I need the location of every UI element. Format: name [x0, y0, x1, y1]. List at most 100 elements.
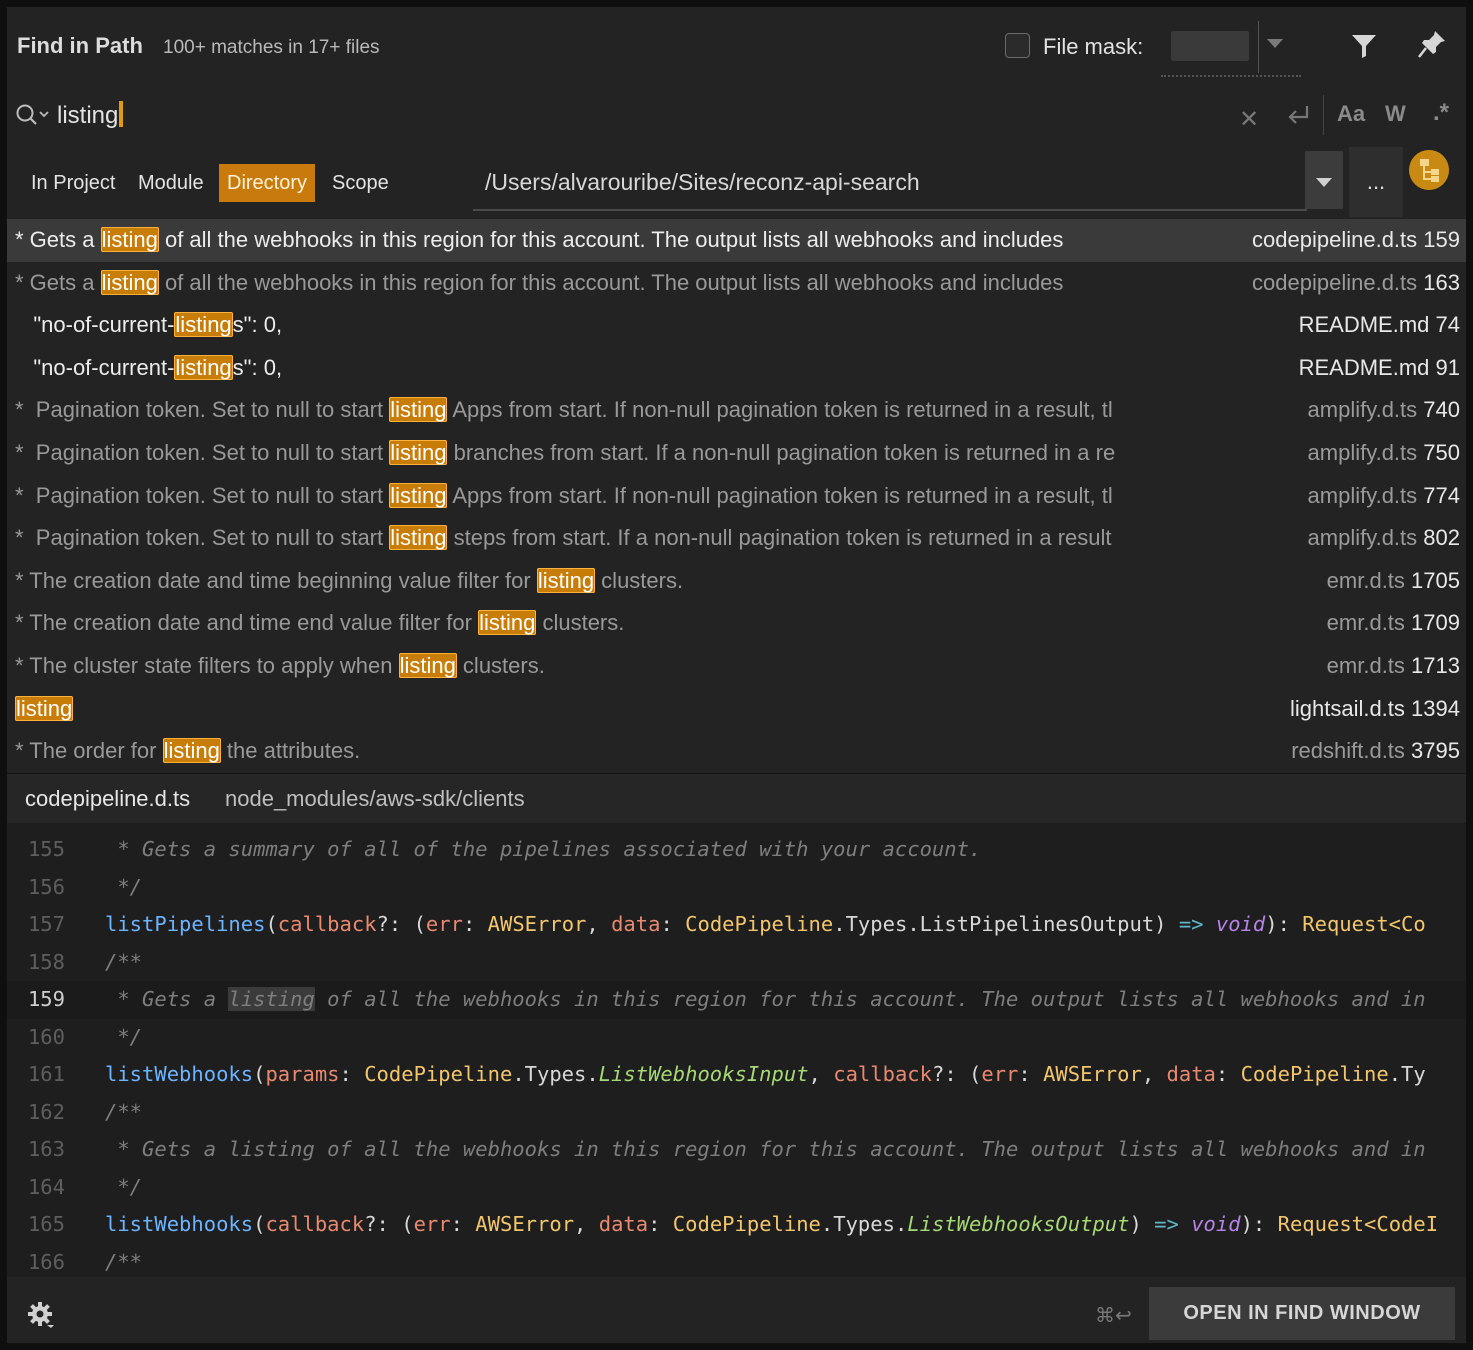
- result-location: emr.d.ts 1709: [1321, 602, 1460, 644]
- line-number: 157: [27, 912, 65, 936]
- result-text: "no-of-current-listings": 0,: [15, 304, 1216, 346]
- code-token: */: [105, 1024, 143, 1049]
- result-row[interactable]: * The cluster state filters to apply whe…: [7, 645, 1466, 688]
- code-token: Request<Co: [1302, 912, 1426, 936]
- result-location: README.md 91: [1293, 347, 1460, 389]
- match-highlight: listing: [162, 738, 221, 764]
- match-highlight: listing: [174, 354, 233, 380]
- recursive-directory-icon[interactable]: [1409, 150, 1449, 190]
- code-line: 161 listWebhooks(params: CodePipeline.Typ…: [7, 1056, 1466, 1094]
- code-token: ?: (: [931, 1062, 982, 1086]
- newline-icon[interactable]: [1283, 103, 1313, 129]
- line-number: 163: [27, 1137, 65, 1161]
- pin-icon[interactable]: [1417, 29, 1447, 59]
- code-line: 156 */: [7, 869, 1466, 907]
- code-token: of all the webhooks in this region for t…: [314, 987, 1426, 1011]
- result-text-before: * The creation date and time end value f…: [15, 610, 479, 636]
- result-text-after: clusters.: [456, 653, 545, 678]
- code-token: AWSError: [475, 1212, 575, 1236]
- filter-icon[interactable]: [1351, 33, 1377, 59]
- result-file-name: amplify.d.ts: [1307, 482, 1418, 508]
- search-input[interactable]: listing: [57, 101, 124, 130]
- search-row: listing ✕ Aa W .*: [7, 85, 1466, 147]
- result-row[interactable]: * Pagination token. Set to null to start…: [7, 432, 1466, 475]
- match-highlight: listing: [389, 440, 448, 465]
- result-row[interactable]: * Pagination token. Set to null to start…: [7, 517, 1466, 560]
- line-number: 162: [27, 1099, 65, 1124]
- code-text: listPipelines(callback?: (err: AWSError,…: [105, 906, 1426, 944]
- match-highlight: listing: [100, 269, 159, 295]
- code-text: */: [105, 1019, 142, 1057]
- result-row[interactable]: "no-of-current-listings": 0, README.md 91: [7, 347, 1466, 390]
- browse-button[interactable]: ...: [1349, 147, 1403, 217]
- code-token: Ty: [1401, 1062, 1426, 1086]
- result-row[interactable]: "no-of-current-listings": 0, README.md 74: [7, 304, 1466, 347]
- code-token: err: [425, 912, 463, 936]
- result-text: * The cluster state filters to apply whe…: [15, 645, 1216, 687]
- result-text-before: * Gets a: [15, 227, 101, 252]
- code-token: ): [1154, 912, 1179, 936]
- code-token: :: [660, 912, 686, 936]
- code-token: * Gets a: [105, 987, 229, 1011]
- result-text-after: clusters.: [536, 610, 625, 636]
- code-token: ,: [808, 1062, 834, 1086]
- code-token: .: [512, 1062, 525, 1086]
- result-line-number: 91: [1435, 354, 1460, 380]
- line-number: 160: [27, 1024, 65, 1049]
- result-text: listing: [15, 688, 1216, 730]
- match-case-button[interactable]: Aa: [1337, 101, 1365, 127]
- result-file-name: emr.d.ts: [1326, 567, 1405, 593]
- open-in-find-window-button[interactable]: OPEN IN FIND WINDOW: [1149, 1287, 1455, 1340]
- result-row[interactable]: * Pagination token. Set to null to start…: [7, 475, 1466, 518]
- tab-directory[interactable]: Directory: [219, 164, 316, 202]
- tab-in-project[interactable]: In Project: [23, 164, 123, 202]
- search-icon[interactable]: [15, 103, 49, 129]
- clear-icon[interactable]: ✕: [1239, 105, 1259, 134]
- result-row[interactable]: * Pagination token. Set to null to start…: [7, 389, 1466, 432]
- file-mask-input[interactable]: [1171, 31, 1249, 61]
- result-row[interactable]: * Gets a listing of all the webhooks in …: [7, 219, 1466, 262]
- result-text-before: * The creation date and time beginning v…: [15, 567, 537, 593]
- code-token: ListWebhooksOutput: [907, 1212, 1130, 1236]
- code-token: params: [265, 1062, 340, 1086]
- code-token: ,: [586, 912, 612, 936]
- code-line: 165 listWebhooks(callback?: (err: AWSErro…: [7, 1206, 1466, 1244]
- code-token: (: [265, 912, 278, 936]
- tab-scope[interactable]: Scope: [324, 164, 397, 202]
- file-mask-checkbox[interactable]: [1005, 33, 1030, 58]
- regex-button[interactable]: .*: [1433, 99, 1449, 127]
- result-location: codepipeline.d.ts 159: [1246, 219, 1460, 261]
- directory-field[interactable]: /Users/alvarouribe/Sites/reconz-api-sear…: [473, 155, 1307, 211]
- result-row[interactable]: listing lightsail.d.ts 1394: [7, 688, 1466, 731]
- file-mask-dropdown-icon[interactable]: [1267, 39, 1283, 48]
- result-file-name: README.md: [1298, 312, 1430, 338]
- result-line-number: 159: [1423, 227, 1460, 252]
- result-row[interactable]: * The creation date and time beginning v…: [7, 560, 1466, 603]
- result-text-after: clusters.: [595, 567, 684, 593]
- match-highlight: listing: [100, 227, 159, 252]
- code-line: 163 * Gets a listing of all the webhooks…: [7, 1131, 1466, 1169]
- gear-icon[interactable]: [27, 1301, 55, 1329]
- whole-words-button[interactable]: W: [1385, 101, 1406, 127]
- directory-dropdown-button[interactable]: [1305, 151, 1343, 209]
- code-token: :: [339, 1062, 365, 1086]
- code-token: void: [1215, 912, 1266, 936]
- result-location: amplify.d.ts 740: [1302, 389, 1460, 431]
- result-line-number: 1713: [1411, 653, 1460, 678]
- result-text: * The creation date and time end value f…: [15, 602, 1216, 644]
- tab-module[interactable]: Module: [130, 164, 212, 202]
- result-text-after: of all the webhooks in this region for t…: [158, 227, 1064, 252]
- code-line: 158 /**: [7, 944, 1466, 982]
- result-row[interactable]: * The order for listing the attributes. r…: [7, 730, 1466, 773]
- code-preview[interactable]: 155 * Gets a summary of all of the pipel…: [7, 823, 1466, 1277]
- result-row[interactable]: * The creation date and time end value f…: [7, 602, 1466, 645]
- result-row[interactable]: * Gets a listing of all the webhooks in …: [7, 262, 1466, 305]
- code-token: ): [1129, 1212, 1155, 1236]
- scope-row: In Project Module Directory Scope /Users…: [7, 147, 1466, 219]
- code-token: callback: [833, 1062, 932, 1086]
- result-text-after: Apps from start. If non-null pagination …: [447, 397, 1113, 423]
- code-text: * Gets a summary of all of the pipelines…: [105, 831, 981, 869]
- result-text: * Gets a listing of all the webhooks in …: [15, 219, 1216, 261]
- code-token: listPipelines: [105, 912, 266, 936]
